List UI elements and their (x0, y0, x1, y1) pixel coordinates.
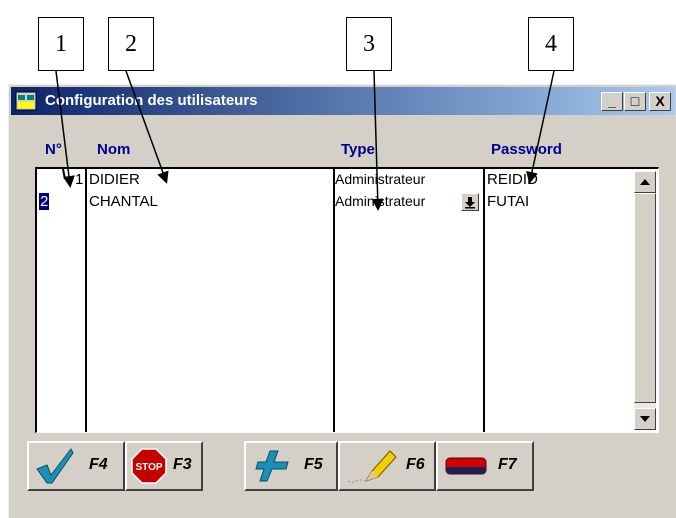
plus-icon (255, 450, 289, 482)
callout-2: 2 (108, 17, 154, 71)
delete-button[interactable]: F7 (436, 441, 534, 491)
action-toolbar: F4 STOP F3 F5 F6 F7 (27, 433, 667, 493)
header-num: N° (45, 141, 62, 158)
stop-key-label: F3 (173, 456, 192, 473)
validate-key-label: F4 (89, 456, 108, 473)
header-password: Password (491, 141, 562, 158)
vertical-scrollbar[interactable] (634, 171, 656, 430)
minimize-button[interactable]: _ (601, 92, 623, 111)
add-key-label: F5 (304, 456, 323, 473)
callout-4: 4 (528, 17, 574, 71)
stop-sign-icon: STOP (131, 448, 167, 484)
scroll-down-icon (640, 416, 650, 422)
maximize-button[interactable]: □ (624, 92, 646, 111)
header-name: Nom (97, 141, 131, 158)
users-grid[interactable]: 1 DIDIER Administrateur REIDID 2 CHANTAL… (35, 167, 659, 433)
title-bar[interactable]: Configuration des utilisateurs _ □ X (11, 87, 675, 115)
scroll-up-icon (640, 179, 650, 185)
app-icon (15, 91, 37, 111)
callout-arrows (61, 169, 66, 180)
stop-button[interactable]: STOP F3 (125, 441, 203, 491)
callout-3: 3 (346, 17, 392, 71)
edit-button[interactable]: F6 (338, 441, 436, 491)
delete-key-label: F7 (498, 456, 517, 473)
close-button[interactable]: X (649, 92, 671, 111)
users-grid-area: N° Nom Type Password 1 DIDIER Administra… (27, 125, 659, 435)
checkmark-icon (36, 448, 74, 484)
scrollbar-thumb[interactable] (634, 193, 656, 403)
header-type: Type (341, 141, 375, 158)
edit-key-label: F6 (406, 456, 425, 473)
window-title: Configuration des utilisateurs (45, 92, 258, 109)
add-button[interactable]: F5 (244, 441, 338, 491)
users-config-window: Configuration des utilisateurs _ □ X N° … (8, 84, 676, 518)
pencil-icon (347, 450, 397, 483)
callout-1: 1 (38, 17, 84, 71)
svg-text:STOP: STOP (135, 462, 162, 473)
eraser-icon (445, 457, 487, 475)
scroll-down-button[interactable] (634, 408, 656, 430)
scroll-up-button[interactable] (634, 171, 656, 193)
validate-button[interactable]: F4 (27, 441, 125, 491)
